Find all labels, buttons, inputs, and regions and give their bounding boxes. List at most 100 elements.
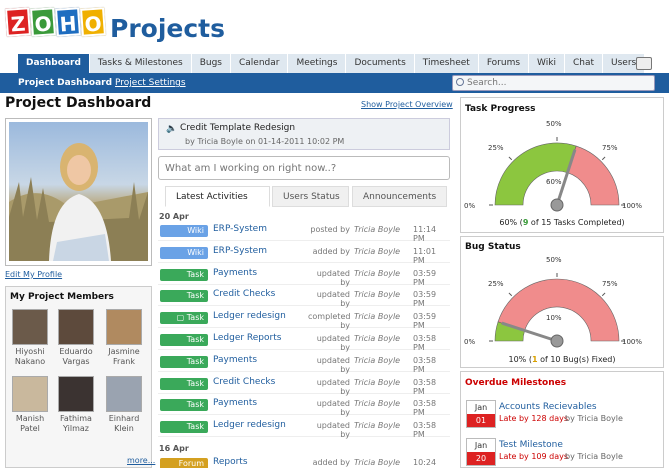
- tab-chat[interactable]: Chat: [564, 54, 603, 73]
- member-avatar[interactable]: [12, 309, 48, 345]
- member-avatar[interactable]: [58, 309, 94, 345]
- member-card[interactable]: Jasmine Frank: [102, 309, 146, 367]
- activity-user[interactable]: Tricia Boyle: [354, 356, 400, 365]
- member-card[interactable]: Eduardo Vargas: [54, 309, 98, 367]
- activity-item-link[interactable]: Ledger Reports: [213, 333, 281, 343]
- activity-item-link[interactable]: Ledger redesign: [213, 420, 286, 430]
- activity-time: 03:59 PM: [413, 268, 437, 287]
- status-update-input[interactable]: [165, 162, 443, 175]
- calendar-day: 20: [467, 452, 495, 465]
- member-avatar[interactable]: [106, 376, 142, 412]
- gauge-filled-arc: [494, 142, 577, 206]
- activity-verb: updated by: [316, 377, 350, 396]
- milestone-owner: by Tricia Boyle: [565, 414, 623, 423]
- activity-item-link[interactable]: ERP-System: [213, 246, 267, 256]
- activity-verb: updated by: [316, 268, 350, 287]
- search-input[interactable]: [467, 77, 652, 89]
- tab-timesheet[interactable]: Timesheet: [414, 54, 478, 73]
- status-update-box: [158, 156, 450, 180]
- activity-user[interactable]: Tricia Boyle: [354, 290, 400, 299]
- activity-day-label: 16 Apr: [159, 444, 189, 453]
- main-tabs: Dashboard Tasks & Milestones Bugs Calendar M…: [18, 54, 645, 73]
- activity-item-link[interactable]: ERP-System: [213, 224, 267, 234]
- member-card[interactable]: Manish Patel: [8, 376, 52, 434]
- tab-latest-activities[interactable]: Latest Activities: [165, 186, 270, 207]
- activity-user[interactable]: Tricia Boyle: [354, 399, 400, 408]
- gauge-label: 100%: [622, 202, 643, 210]
- member-avatar[interactable]: [106, 309, 142, 345]
- edit-profile-link[interactable]: Edit My Profile: [5, 270, 62, 279]
- member-last-name: Nakano: [14, 357, 46, 366]
- tab-dashboard[interactable]: Dashboard: [18, 54, 89, 73]
- activity-item-link[interactable]: Reports: [213, 457, 248, 467]
- search-icon[interactable]: [456, 78, 464, 86]
- activity-item-link[interactable]: Credit Checks: [213, 289, 275, 299]
- member-avatar[interactable]: [12, 376, 48, 412]
- calendar-month: Jan: [474, 403, 488, 412]
- gauge-hub: [550, 198, 564, 212]
- activity-item-link[interactable]: Payments: [213, 398, 257, 408]
- activity-user[interactable]: Tricia Boyle: [354, 334, 400, 343]
- activity-type-badge: Wiki: [160, 225, 208, 237]
- show-project-overview-link[interactable]: Show Project Overview: [361, 100, 453, 109]
- subnav-project-settings[interactable]: Project Settings: [115, 78, 186, 88]
- printer-icon[interactable]: [636, 57, 652, 70]
- activity-type-badge: Task: [160, 399, 208, 412]
- activity-verb: added by: [312, 246, 350, 256]
- tab-forums[interactable]: Forums: [478, 54, 529, 73]
- tab-announcements[interactable]: Announcements: [352, 186, 447, 207]
- activity-type-label: Task: [186, 335, 204, 344]
- activity-time: 03:59 PM: [413, 312, 437, 331]
- activity-user[interactable]: Tricia Boyle: [354, 269, 400, 278]
- calendar-date-icon: Jan 20: [466, 438, 496, 466]
- gauge-empty-arc: [567, 145, 620, 206]
- member-card[interactable]: Fathima Yilmaz: [54, 376, 98, 434]
- calendar-date-icon: Jan 01: [466, 400, 496, 428]
- checkbox-icon: ▢: [176, 313, 187, 323]
- activity-user[interactable]: Tricia Boyle: [354, 458, 400, 467]
- member-last-name: Yilmaz: [63, 424, 89, 433]
- member-avatar[interactable]: [58, 376, 94, 412]
- zoho-logo[interactable]: ZOHO: [5, 7, 106, 37]
- member-card[interactable]: Hiyoshi Nakano: [8, 309, 52, 367]
- tab-wiki[interactable]: Wiki: [529, 54, 564, 73]
- overdue-milestones-title: Overdue Milestones: [465, 378, 567, 388]
- activity-time: 03:58 PM: [413, 377, 437, 396]
- milestone-link[interactable]: Accounts Recievables: [499, 402, 597, 412]
- activity-type-badge: Task: [160, 421, 208, 434]
- activity-item-link[interactable]: Payments: [213, 355, 257, 365]
- activity-verb: completed by: [308, 312, 351, 331]
- tab-documents[interactable]: Documents: [346, 54, 414, 73]
- activity-user[interactable]: Tricia Boyle: [354, 225, 400, 234]
- member-first-name: Jasmine: [108, 347, 140, 356]
- tab-tasks-milestones[interactable]: Tasks & Milestones: [89, 54, 191, 73]
- activity-user[interactable]: Tricia Boyle: [354, 312, 400, 321]
- member-card[interactable]: Einhard Klein: [102, 376, 146, 434]
- activity-user[interactable]: Tricia Boyle: [354, 378, 400, 387]
- member-first-name: Hiyoshi: [15, 347, 45, 356]
- activity-user[interactable]: Tricia Boyle: [354, 421, 400, 430]
- subnav-project-dashboard[interactable]: Project Dashboard: [18, 78, 112, 88]
- activity-type-label: Wiki: [187, 226, 204, 235]
- activity-type-badge: Task: [160, 290, 208, 303]
- activity-row: Task Credit Checks updated by Tricia Boyle 0…: [158, 374, 450, 396]
- activity-item-link[interactable]: Payments: [213, 268, 257, 278]
- bug-status-gauge: 0% 25% 50% 10% 75% 100%: [464, 256, 642, 357]
- tab-users-status[interactable]: Users Status: [272, 186, 349, 207]
- tab-calendar[interactable]: Calendar: [230, 54, 288, 73]
- activity-user[interactable]: Tricia Boyle: [354, 247, 400, 256]
- project-members-title: My Project Members: [10, 292, 114, 302]
- activity-time: 03:58 PM: [413, 399, 437, 418]
- activity-item-link[interactable]: Ledger redesign: [213, 311, 286, 321]
- tab-bugs[interactable]: Bugs: [191, 54, 230, 73]
- more-members-link[interactable]: more...: [127, 456, 155, 465]
- tab-meetings[interactable]: Meetings: [288, 54, 346, 73]
- milestone-link[interactable]: Test Milestone: [499, 440, 563, 450]
- activity-type-label: Task: [186, 313, 204, 323]
- activity-item-link[interactable]: Credit Checks: [213, 377, 275, 387]
- member-last-name: Frank: [113, 357, 135, 366]
- activity-verb: updated by: [316, 334, 350, 352]
- gauge-label: 100%: [622, 338, 643, 346]
- member-first-name: Einhard: [108, 414, 140, 423]
- task-progress-title: Task Progress: [465, 104, 536, 114]
